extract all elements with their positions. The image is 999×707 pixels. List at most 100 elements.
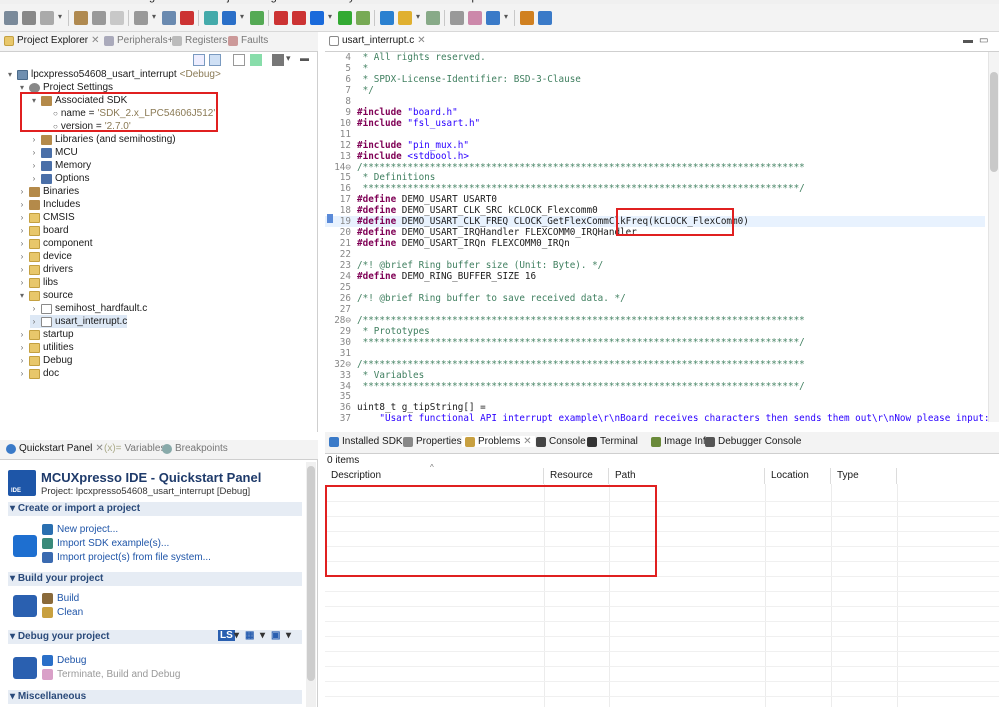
toolbar-button-icon[interactable] bbox=[40, 11, 54, 25]
dropdown-arrow-icon[interactable]: ▾ bbox=[58, 12, 62, 21]
focus-icon[interactable] bbox=[250, 54, 262, 66]
scrollbar-thumb[interactable] bbox=[990, 72, 998, 172]
toolbar-button-icon[interactable] bbox=[134, 11, 148, 25]
toolbar-button-icon[interactable] bbox=[162, 11, 176, 25]
twisty-icon[interactable]: › bbox=[30, 146, 38, 159]
view-menu-chevron-icon[interactable]: ▾ bbox=[286, 53, 291, 64]
twisty-icon[interactable]: › bbox=[18, 341, 26, 354]
dropdown-arrow-icon[interactable]: ▾ bbox=[286, 630, 291, 641]
twisty-icon[interactable]: › bbox=[18, 237, 26, 250]
quickstart-scrollbar[interactable] bbox=[306, 462, 316, 707]
tree-item-includes[interactable]: › Includes bbox=[18, 198, 81, 211]
tree-item-mcu[interactable]: › MCU bbox=[30, 146, 78, 159]
menu-search[interactable]: Search bbox=[178, 0, 213, 3]
tree-item-memory[interactable]: › Memory bbox=[30, 159, 91, 172]
tree-item-options[interactable]: › Options bbox=[30, 172, 90, 185]
menu-window[interactable]: Window bbox=[415, 0, 454, 3]
editor-scrollbar[interactable] bbox=[988, 52, 999, 422]
menu-refactor[interactable]: Refactor bbox=[85, 0, 127, 3]
twisty-icon[interactable]: › bbox=[18, 354, 26, 367]
stop-icon[interactable] bbox=[272, 54, 284, 66]
toolbar-button-icon[interactable] bbox=[274, 11, 288, 25]
dropdown-arrow-icon[interactable]: ▾ bbox=[504, 12, 508, 21]
toolbar-button-icon[interactable] bbox=[4, 11, 18, 25]
maximize-icon[interactable]: ▭ bbox=[979, 35, 988, 46]
link-import-project-s-from-file-system[interactable]: Import project(s) from file system... bbox=[42, 552, 211, 563]
tab-project-explorer[interactable]: Project Explorer ✕ bbox=[4, 35, 100, 46]
tree-item-startup[interactable]: › startup bbox=[18, 328, 74, 341]
tab-peripherals[interactable]: Peripherals+ bbox=[104, 35, 173, 46]
section-collapse-icon[interactable]: ▾ bbox=[10, 573, 18, 584]
column-header-path[interactable]: Path bbox=[609, 468, 765, 484]
link-build[interactable]: Build bbox=[42, 593, 79, 604]
tree-item-binaries[interactable]: › Binaries bbox=[18, 185, 79, 198]
toolbar-button-icon[interactable] bbox=[204, 11, 218, 25]
twisty-icon[interactable]: ▾ bbox=[6, 68, 14, 81]
twisty-icon[interactable]: › bbox=[18, 198, 26, 211]
menu-navigate[interactable]: Navigate bbox=[127, 0, 170, 3]
tree-item-device[interactable]: › device bbox=[18, 250, 72, 263]
link-new-project[interactable]: New project... bbox=[42, 524, 118, 535]
tree-item-component[interactable]: › component bbox=[18, 237, 93, 250]
tree-item-source[interactable]: ▾ source bbox=[18, 289, 73, 302]
toolbar-button-icon[interactable] bbox=[292, 11, 306, 25]
tree-item-semihost-hardfault-c[interactable]: › semihost_hardfault.c bbox=[30, 302, 148, 315]
toolbar-button-icon[interactable] bbox=[486, 11, 500, 25]
link-debug[interactable]: Debug bbox=[42, 655, 86, 666]
section-collapse-icon[interactable]: ▾ bbox=[10, 691, 18, 702]
tree-item-board[interactable]: › board bbox=[18, 224, 69, 237]
twisty-icon[interactable]: › bbox=[18, 276, 26, 289]
section-collapse-icon[interactable]: ▾ bbox=[10, 503, 18, 514]
twisty-icon[interactable]: › bbox=[30, 159, 38, 172]
toolbar-button-icon[interactable] bbox=[180, 11, 194, 25]
toolbar-button-icon[interactable] bbox=[22, 11, 36, 25]
code-area[interactable]: 4 * All rights reserved. 5 * 6 * SPDX-Lice… bbox=[325, 52, 999, 430]
tab-faults[interactable]: Faults bbox=[228, 35, 268, 46]
target-button-icon[interactable]: ▣ bbox=[271, 630, 280, 641]
menu-edit[interactable]: Edit bbox=[28, 0, 47, 3]
toolbar-button-icon[interactable] bbox=[356, 11, 370, 25]
tab-usart-interrupt-c[interactable]: usart_interrupt.c ✕ bbox=[329, 35, 426, 46]
dropdown-arrow-icon[interactable]: ▾ bbox=[240, 12, 244, 21]
twisty-icon[interactable]: › bbox=[18, 250, 26, 263]
close-icon[interactable]: ✕ bbox=[417, 35, 425, 46]
breakpoint-marker[interactable] bbox=[327, 214, 333, 223]
menu-help[interactable]: Help bbox=[455, 0, 478, 3]
link-import-sdk-example-s[interactable]: Import SDK example(s)... bbox=[42, 538, 169, 549]
menu-source[interactable]: Source bbox=[52, 0, 87, 3]
tab-registers[interactable]: Registers bbox=[172, 35, 227, 46]
scrollbar-thumb[interactable] bbox=[307, 466, 315, 681]
collapse-all-icon[interactable] bbox=[193, 54, 205, 66]
minimize-icon[interactable]: ▬ bbox=[963, 35, 973, 46]
dropdown-arrow-icon[interactable]: ▾ bbox=[416, 12, 420, 21]
toolbar-button-icon[interactable] bbox=[338, 11, 352, 25]
twisty-icon[interactable]: › bbox=[18, 185, 26, 198]
tree-item-lpcxpresso54608-usart-interrupt[interactable]: ▾ lpcxpresso54608_usart_interrupt <Debug> bbox=[6, 68, 221, 81]
section-build-your-project[interactable]: ▾ Build your project bbox=[8, 572, 302, 586]
section-miscellaneous[interactable]: ▾ Miscellaneous bbox=[8, 690, 302, 704]
tree-item-cmsis[interactable]: › CMSIS bbox=[18, 211, 75, 224]
toolbar-button-icon[interactable] bbox=[426, 11, 440, 25]
twisty-icon[interactable]: › bbox=[30, 315, 38, 328]
column-header-location[interactable]: Location bbox=[765, 468, 831, 484]
twisty-icon[interactable]: ▾ bbox=[18, 289, 26, 302]
toolbar-button-icon[interactable] bbox=[468, 11, 482, 25]
tree-item-doc[interactable]: › doc bbox=[18, 367, 59, 380]
toolbar-button-icon[interactable] bbox=[222, 11, 236, 25]
dropdown-arrow-icon[interactable]: ▾ bbox=[260, 630, 265, 641]
menu-run[interactable]: Run bbox=[303, 0, 323, 3]
toolbar-button-icon[interactable] bbox=[450, 11, 464, 25]
column-header-type[interactable]: Type bbox=[831, 468, 897, 484]
menu-configtools[interactable]: ConfigTools bbox=[245, 0, 302, 3]
tree-item-usart-interrupt-c[interactable]: › usart_interrupt.c bbox=[30, 315, 128, 328]
link-editor-icon[interactable] bbox=[209, 54, 221, 66]
toolbar-button-icon[interactable] bbox=[74, 11, 88, 25]
tree-item-libraries-and-semihosting[interactable]: › Libraries (and semihosting) bbox=[30, 133, 176, 146]
menu-analysis[interactable]: Analysis bbox=[327, 0, 368, 3]
twisty-icon[interactable]: › bbox=[30, 133, 38, 146]
twisty-icon[interactable]: › bbox=[18, 211, 26, 224]
toolbar-button-icon[interactable] bbox=[520, 11, 534, 25]
section-collapse-icon[interactable]: ▾ bbox=[10, 631, 18, 642]
twisty-icon[interactable]: › bbox=[18, 367, 26, 380]
close-icon[interactable]: ✕ bbox=[91, 35, 99, 46]
